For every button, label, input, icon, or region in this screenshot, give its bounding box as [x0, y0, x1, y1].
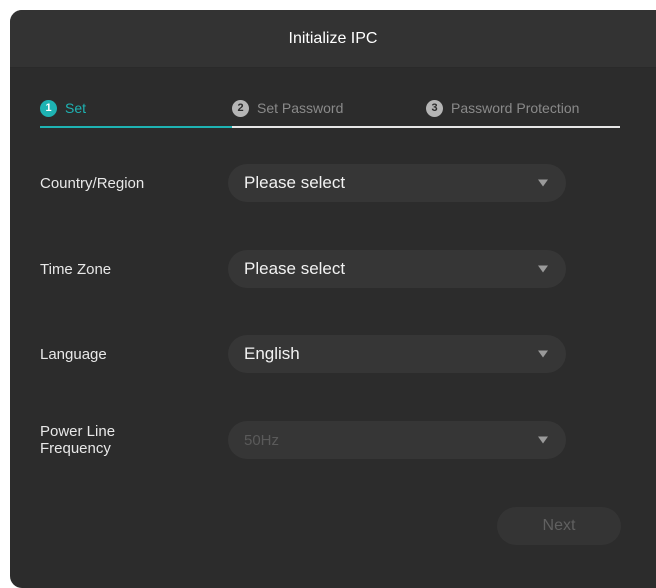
power-line-frequency-select[interactable]: 50Hz — [228, 421, 566, 459]
dropdown-arrow-icon — [538, 350, 548, 358]
step-password-protection: 3 Password Protection — [426, 96, 579, 120]
language-value: English — [244, 344, 300, 363]
time-zone-label: Time Zone — [40, 260, 112, 278]
step-1-number-icon: 1 — [40, 99, 57, 117]
power-line-frequency-label: Power Line Frequency — [40, 423, 228, 457]
step-2-number-icon: 2 — [232, 99, 249, 117]
dialog-header: Initialize IPC — [10, 10, 656, 68]
language-select[interactable]: English — [228, 335, 566, 373]
time-zone-value: Please select — [244, 259, 346, 278]
dropdown-arrow-icon — [538, 265, 548, 273]
dropdown-arrow-icon — [538, 179, 548, 187]
power-line-label-line2: Frequency — [40, 440, 111, 457]
step-3-number-icon: 3 — [426, 99, 443, 117]
power-line-frequency-row: Power Line Frequency 50Hz — [40, 421, 580, 459]
dialog-title: Initialize IPC — [288, 29, 378, 47]
step-2-label: Set Password — [257, 100, 344, 116]
time-zone-select[interactable]: Please select — [228, 250, 566, 288]
step-track-active — [40, 126, 232, 128]
country-region-label: Country/Region — [40, 174, 145, 192]
next-button[interactable]: Next — [497, 507, 621, 545]
step-set: 1 Set — [40, 96, 86, 120]
language-label: Language — [40, 345, 107, 363]
country-region-select[interactable]: Please select — [228, 164, 566, 202]
power-line-label-line1: Power Line — [40, 423, 116, 440]
country-region-value: Please select — [244, 173, 346, 192]
language-row: Language English — [40, 335, 580, 373]
country-region-row: Country/Region Please select — [40, 164, 580, 202]
dropdown-arrow-icon — [538, 436, 548, 444]
power-line-frequency-value: 50Hz — [244, 431, 280, 449]
time-zone-row: Time Zone Please select — [40, 250, 580, 288]
step-set-password: 2 Set Password — [232, 96, 343, 120]
step-3-label: Password Protection — [451, 100, 580, 116]
step-progress: 1 Set 2 Set Password 3 Password Protecti… — [40, 96, 620, 132]
step-1-label: Set — [65, 100, 87, 116]
